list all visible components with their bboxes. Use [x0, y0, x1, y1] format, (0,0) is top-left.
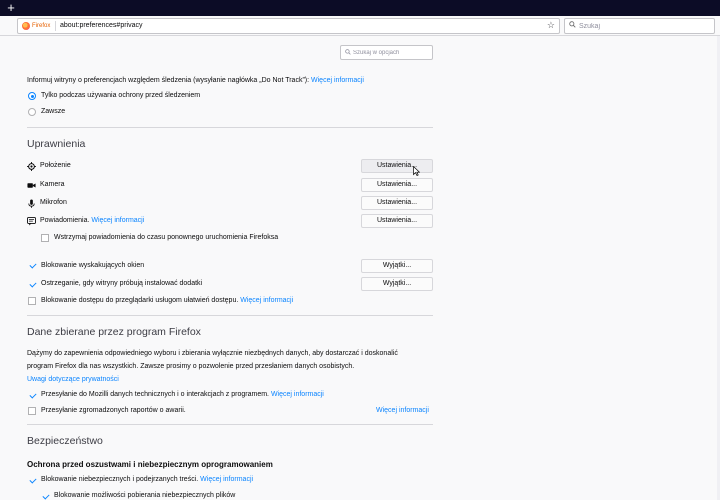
mouse-pointer-icon [413, 166, 420, 176]
microphone-icon [28, 199, 35, 208]
preferences-search-input[interactable] [353, 47, 431, 58]
firefox-logo-icon [22, 22, 30, 30]
deceptive-content-subheading: Ochrona przed oszustwami i niebezpieczny… [27, 460, 273, 469]
new-tab-button[interactable]: + [4, 1, 18, 15]
camera-settings-button[interactable]: Ustawienia... [361, 178, 433, 192]
block-a11y-label: Blokowanie dostępu do przeglądarki usług… [41, 297, 239, 304]
permission-location-label: Położenie [40, 162, 71, 169]
technical-data-label: Przesyłanie do Mozilli danych techniczny… [41, 391, 269, 398]
block-dangerous-content-checkbox[interactable] [28, 476, 36, 484]
browser-search-input[interactable] [579, 20, 709, 32]
block-dangerous-content-row: Blokowanie niebezpiecznych i podejrzanyc… [41, 475, 253, 485]
block-a11y-checkbox[interactable] [28, 297, 36, 305]
browser-search-bar[interactable] [564, 18, 715, 34]
security-heading: Bezpieczeństwo [27, 435, 103, 447]
dangerous-content-learn-more-link[interactable]: Więcej informacji [200, 476, 253, 483]
tab-strip: + [0, 0, 720, 16]
addons-exceptions-button[interactable]: Wyjątki... [361, 277, 433, 291]
warn-addons-label: Ostrzeganie, gdy witryny próbują instalo… [41, 280, 203, 287]
permission-notifications-label: Powiadomienia. [40, 217, 90, 224]
dnt-learn-more-link[interactable]: Więcej informacji [311, 77, 364, 84]
crash-reports-learn-more-link[interactable]: Więcej informacji [376, 406, 429, 416]
permission-microphone-label: Mikrofon [40, 199, 67, 206]
technical-data-checkbox[interactable] [28, 391, 36, 399]
popups-exceptions-button[interactable]: Wyjątki... [361, 259, 433, 273]
data-collection-paragraph-line1: Dążymy do zapewnienia odpowiedniego wybo… [27, 350, 398, 357]
block-popups-label: Blokowanie wyskakujących okien [41, 262, 145, 269]
crash-reports-label: Przesyłanie zgromadzonych raportów o awa… [41, 407, 186, 414]
block-a11y-row: Blokowanie dostępu do przeglądarki usług… [41, 296, 293, 306]
notifications-settings-button[interactable]: Ustawienia... [361, 214, 433, 228]
location-icon [27, 162, 36, 171]
navigation-toolbar: Firefox about:preferences#privacy ☆ [0, 16, 720, 36]
block-popups-checkbox[interactable] [28, 261, 36, 269]
section-divider [27, 315, 433, 316]
location-settings-button[interactable]: Ustawienia... [361, 159, 433, 173]
notifications-icon [27, 217, 36, 226]
crash-reports-checkbox[interactable] [28, 407, 36, 415]
dnt-radio-always[interactable] [28, 108, 36, 116]
dnt-option-always-label: Zawsze [41, 108, 66, 115]
dnt-description: Informuj witryny o preferencjach względe… [27, 76, 364, 86]
section-divider [27, 127, 433, 128]
bookmark-star-icon[interactable]: ☆ [547, 20, 555, 31]
preferences-content: Informuj witryny o preferencjach względe… [0, 36, 720, 500]
dnt-option-tracking-protection-label: Tylko podczas używania ochrony przed śle… [41, 92, 201, 99]
technical-data-row: Przesyłanie do Mozilli danych techniczny… [41, 390, 324, 400]
identity-label[interactable]: Firefox [32, 22, 50, 30]
search-icon [345, 49, 351, 55]
url-separator [55, 21, 56, 31]
microphone-settings-button[interactable]: Ustawienia... [361, 196, 433, 210]
url-text[interactable]: about:preferences#privacy [60, 21, 143, 31]
permission-camera-label: Kamera [40, 181, 65, 188]
preferences-search-box[interactable] [340, 45, 433, 60]
camera-icon [27, 183, 36, 188]
permission-notifications-row: Powiadomienia. Więcej informacji [40, 216, 144, 226]
data-collection-paragraph-line2: program Firefox dla nas wszystkich. Zaws… [27, 363, 355, 370]
block-dangerous-downloads-checkbox[interactable] [41, 492, 49, 500]
notifications-learn-more-link[interactable]: Więcej informacji [91, 217, 144, 224]
block-dangerous-content-label: Blokowanie niebezpiecznych i podejrzanyc… [41, 476, 199, 483]
warn-addons-checkbox[interactable] [28, 280, 36, 288]
dnt-radio-tracking-protection[interactable] [28, 92, 36, 100]
section-divider [27, 424, 433, 425]
data-collection-heading: Dane zbierane przez program Firefox [27, 326, 201, 338]
search-icon [569, 21, 576, 28]
technical-data-learn-more-link[interactable]: Więcej informacji [271, 391, 324, 398]
pause-notifications-checkbox[interactable] [41, 234, 49, 242]
privacy-notice-link[interactable]: Uwagi dotyczące prywatności [27, 375, 119, 385]
a11y-learn-more-link[interactable]: Więcej informacji [240, 297, 293, 304]
block-dangerous-downloads-label: Blokowanie możliwości pobierania niebezp… [54, 492, 236, 499]
dnt-text: Informuj witryny o preferencjach względe… [27, 77, 310, 84]
pause-notifications-label: Wstrzymaj powiadomienia do czasu ponowne… [54, 234, 279, 241]
permissions-heading: Uprawnienia [27, 138, 86, 150]
url-bar[interactable]: Firefox about:preferences#privacy ☆ [17, 18, 560, 34]
